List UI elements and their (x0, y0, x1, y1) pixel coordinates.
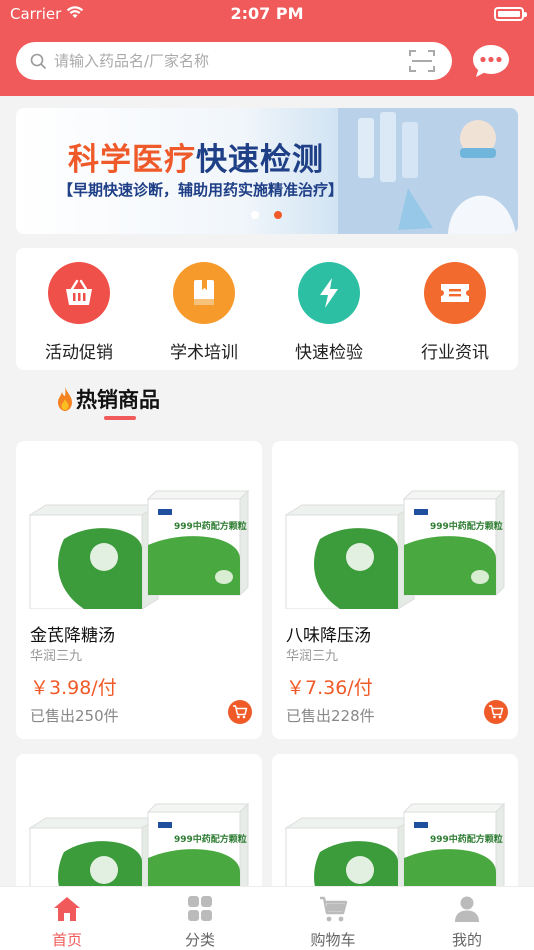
banner-title: 科学医疗快速检测 (68, 134, 324, 179)
carousel-dot-active[interactable] (274, 211, 282, 219)
status-bar: Carrier 2:07 PM (0, 0, 534, 30)
product-image: 999中药配方颗粒 (28, 802, 250, 894)
clock: 2:07 PM (230, 4, 304, 23)
lab-scientist-image (338, 108, 518, 234)
category-news[interactable]: 行业资讯 (400, 262, 510, 363)
tab-label: 购物车 (310, 931, 356, 949)
product-card[interactable]: 999中药配方颗粒 (272, 754, 518, 894)
category-promotions[interactable]: 活动促销 (24, 262, 134, 363)
product-name: 八味降压汤 (286, 626, 371, 646)
product-sold-count: 已售出228件 (286, 707, 375, 725)
lightning-icon (298, 262, 360, 324)
box-label: 999中药配方颗粒 (430, 520, 503, 532)
flame-icon (58, 387, 72, 411)
product-image: 999中药配方颗粒 (28, 489, 250, 609)
search-icon (30, 53, 46, 69)
category-training[interactable]: 学术培训 (149, 262, 259, 363)
tab-cart[interactable]: 购物车 (283, 895, 383, 950)
hot-products-header: 热销商品 (56, 383, 160, 415)
battery-icon (494, 7, 527, 21)
banner-title-part1: 科学医疗 (68, 142, 196, 178)
tab-label: 我的 (451, 931, 482, 949)
tab-label: 分类 (184, 931, 215, 949)
tab-label: 首页 (51, 931, 82, 949)
category-label: 学术培训 (170, 343, 238, 363)
cart-icon (320, 896, 348, 922)
tab-profile[interactable]: 我的 (417, 895, 517, 950)
box-label: 999中药配方颗粒 (430, 833, 503, 845)
product-name: 金芪降糖汤 (30, 626, 115, 646)
scan-icon[interactable] (408, 48, 436, 74)
category-label: 活动促销 (45, 343, 113, 363)
category-shortcuts: 活动促销 学术培训 快速检验 行业资讯 (16, 248, 518, 370)
product-maker: 华润三九 (30, 649, 83, 664)
banner-title-part2: 快速检测 (196, 142, 324, 178)
add-to-cart-button[interactable] (228, 700, 252, 724)
category-rapid-test[interactable]: 快速检验 (274, 262, 384, 363)
product-card[interactable]: 999中药配方颗粒 金芪降糖汤 华润三九 ￥3.98/付 已售出250件 (16, 441, 262, 739)
product-maker: 华润三九 (286, 649, 339, 664)
tab-home[interactable]: 首页 (17, 895, 117, 950)
box-label: 999中药配方颗粒 (174, 833, 247, 845)
ticket-icon (424, 262, 486, 324)
product-card[interactable]: 999中药配方颗粒 (16, 754, 262, 894)
category-label: 行业资讯 (421, 343, 489, 363)
carousel-dot[interactable] (251, 211, 259, 219)
product-image: 999中药配方颗粒 (284, 489, 506, 609)
search-input[interactable] (54, 42, 394, 80)
product-sold-count: 已售出250件 (30, 707, 119, 725)
bottom-tab-bar: 首页 分类 购物车 我的 (0, 886, 534, 950)
product-card[interactable]: 999中药配方颗粒 八味降压汤 华润三九 ￥7.36/付 已售出228件 (272, 441, 518, 739)
tab-category[interactable]: 分类 (150, 895, 250, 950)
message-button[interactable] (470, 42, 512, 80)
section-underline (104, 416, 136, 420)
promo-banner[interactable]: 科学医疗快速检测 【早期快速诊断，辅助用药实施精准治疗】 (16, 108, 518, 234)
banner-subtitle: 【早期快速诊断，辅助用药实施精准治疗】 (58, 181, 344, 199)
basket-icon (48, 262, 110, 324)
product-image: 999中药配方颗粒 (284, 802, 506, 894)
header: Carrier 2:07 PM (0, 0, 534, 96)
box-label: 999中药配方颗粒 (174, 520, 247, 532)
cart-icon (233, 705, 248, 719)
book-icon (173, 262, 235, 324)
home-icon (54, 897, 80, 921)
product-price: ￥7.36/付 (286, 677, 373, 699)
user-icon (455, 896, 479, 922)
section-title: 热销商品 (76, 388, 160, 412)
category-icon (188, 896, 212, 921)
category-label: 快速检验 (295, 343, 363, 363)
search-bar[interactable] (16, 42, 452, 80)
product-price: ￥3.98/付 (30, 677, 117, 699)
add-to-cart-button[interactable] (484, 700, 508, 724)
cart-icon (489, 705, 504, 719)
